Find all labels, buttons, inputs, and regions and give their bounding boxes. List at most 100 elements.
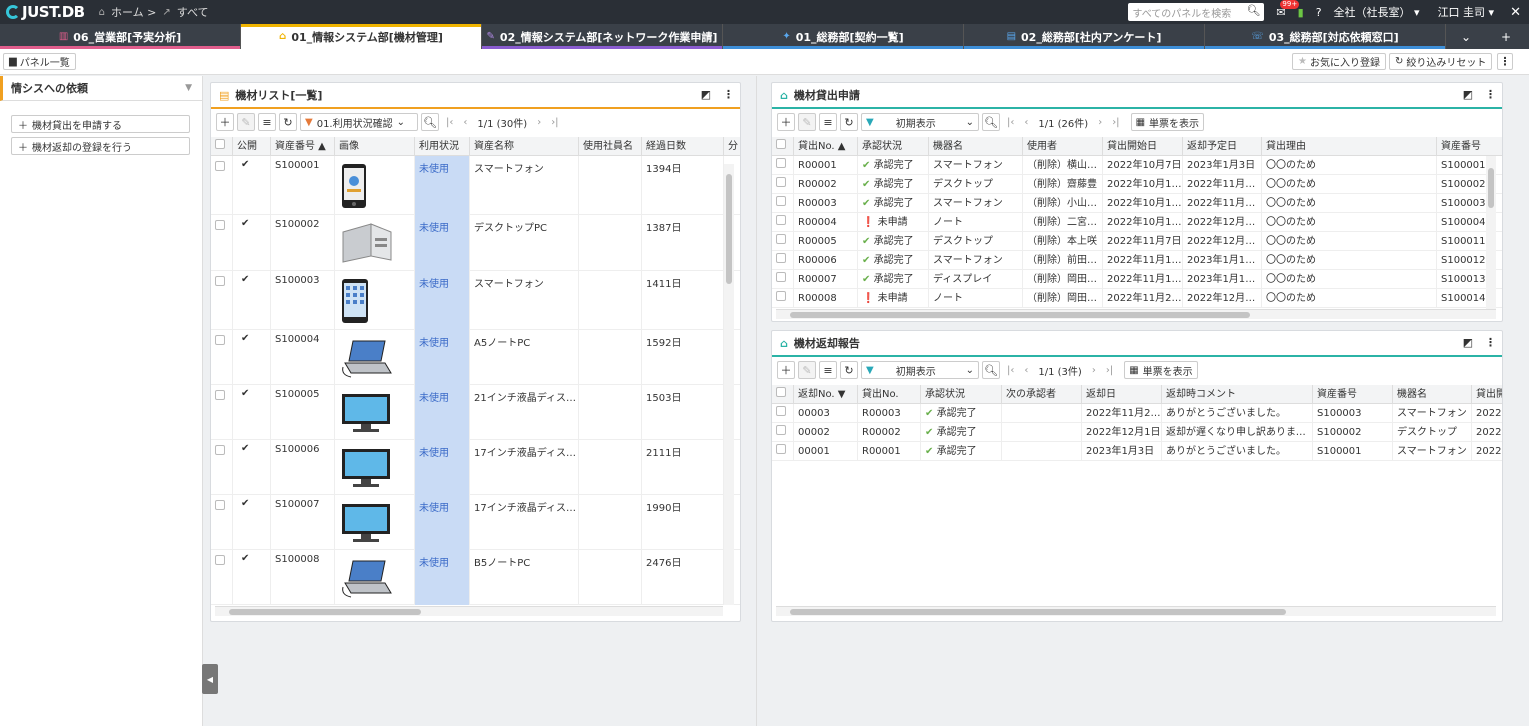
equipment-image[interactable] [335, 271, 415, 330]
expand-icon[interactable]: ◩ [1463, 336, 1473, 349]
tab-support-desk[interactable]: ☏ 03_総務部[対応依頼窓口] [1205, 24, 1446, 49]
filter-select[interactable]: ▼ 01.利用状況確認 ⌄ [300, 113, 418, 131]
edit-icon[interactable]: ✎ [798, 113, 816, 131]
col-public[interactable]: 公開 [233, 137, 271, 156]
col-comment[interactable]: 返却時コメント [1162, 385, 1313, 404]
row-checkbox[interactable] [215, 161, 225, 171]
panel-list-button[interactable]: ▆ パネル一覧 [3, 53, 76, 70]
last-page-icon[interactable]: ›| [1106, 365, 1113, 376]
horizontal-scrollbar[interactable] [215, 606, 723, 616]
table-row[interactable]: ✔ S100008 未使用 B5ノートPC 2476日 [211, 550, 740, 605]
row-checkbox[interactable] [215, 390, 225, 400]
search-icon[interactable]: 🔍︎ [421, 113, 439, 131]
favorite-button[interactable]: ★ お気に入り登録 [1292, 53, 1386, 70]
horizontal-scrollbar[interactable] [776, 309, 1496, 319]
first-page-icon[interactable]: |‹ [1007, 117, 1014, 128]
next-page-icon[interactable]: › [1092, 365, 1096, 376]
col-loan-no[interactable]: 貸出No. ▲ [794, 137, 858, 156]
search-icon[interactable]: 🔍︎ [1246, 4, 1260, 17]
equipment-image[interactable] [335, 440, 415, 495]
row-checkbox[interactable] [215, 445, 225, 455]
table-row[interactable]: 00001 R00001 ✔ 承認完了 2023年1月3日 ありがとうございました。 S1… [772, 442, 1502, 461]
table-row[interactable]: ✔ S100007 未使用 17インチ液晶ディス… 1990日 [211, 495, 740, 550]
refresh-icon[interactable]: ↻ [840, 113, 858, 131]
search-icon[interactable]: 🔍︎ [982, 113, 1000, 131]
table-row[interactable]: 00003 R00003 ✔ 承認完了 2022年11月2… ありがとうございました。 S… [772, 404, 1502, 423]
row-checkbox[interactable] [776, 215, 786, 225]
user-menu[interactable]: 江口 圭司 ▾ [1438, 4, 1495, 20]
search-icon[interactable]: 🔍︎ [982, 361, 1000, 379]
horizontal-scrollbar[interactable] [776, 606, 1496, 616]
col-usage[interactable]: 利用状況 [415, 137, 470, 156]
single-view-button[interactable]: ▦ 単票を表示 [1124, 361, 1198, 379]
add-icon[interactable]: ＋ [777, 361, 795, 379]
filter-select[interactable]: ▼ 初期表示 ⌄ [861, 361, 979, 379]
last-page-icon[interactable]: ›| [551, 117, 558, 128]
row-checkbox[interactable] [776, 196, 786, 206]
panel-search-input[interactable]: すべてのパネルを検索 🔍︎ [1128, 3, 1265, 21]
add-icon[interactable]: ＋ [216, 113, 234, 131]
col-approval[interactable]: 承認状況 [921, 385, 1002, 404]
bookmark-icon[interactable]: ▮ [1298, 6, 1304, 19]
tab-network-request[interactable]: ✎ 02_情報システム部[ネットワーク作業申請] [482, 24, 723, 49]
next-page-icon[interactable]: › [1098, 117, 1102, 128]
equipment-image[interactable] [335, 215, 415, 271]
tools-icon[interactable]: ✕ [1510, 5, 1521, 20]
row-checkbox[interactable] [776, 291, 786, 301]
tab-dropdown-icon[interactable]: ⌄ [1446, 24, 1486, 49]
col-device[interactable]: 機器名 [1393, 385, 1472, 404]
row-checkbox[interactable] [215, 276, 225, 286]
row-checkbox[interactable] [776, 425, 786, 435]
vertical-scrollbar[interactable] [724, 164, 734, 605]
row-checkbox[interactable] [776, 406, 786, 416]
sidebar-title[interactable]: 情シスへの依頼 ▼ [0, 76, 202, 101]
first-page-icon[interactable]: |‹ [446, 117, 453, 128]
tab-contract-list[interactable]: ✦ 01_総務部[契約一覧] [723, 24, 964, 49]
table-row[interactable]: ✔ S100001 未使用 スマートフォン 1394日 [211, 156, 740, 215]
chevron-down-icon[interactable]: ▼ [185, 83, 192, 93]
col-start[interactable]: 貸出開 [1472, 385, 1502, 404]
tab-survey[interactable]: ▤ 02_総務部[社内アンケート] [964, 24, 1205, 49]
add-icon[interactable]: ＋ [777, 113, 795, 131]
refresh-icon[interactable]: ↻ [279, 113, 297, 131]
table-row[interactable]: ✔ S100003 未使用 スマートフォン 1411日 [211, 271, 740, 330]
col-asset[interactable]: 資産番号 [1313, 385, 1393, 404]
prev-page-icon[interactable]: ‹ [1024, 365, 1028, 376]
vertical-scrollbar[interactable] [1486, 156, 1496, 309]
col-user[interactable]: 使用者 [1023, 137, 1103, 156]
col-asset[interactable]: 資産番号 [1437, 137, 1502, 156]
col-asset-no[interactable]: 資産番号 ▲ [271, 137, 335, 156]
refresh-icon[interactable]: ↻ [840, 361, 858, 379]
edit-icon[interactable]: ✎ [237, 113, 255, 131]
col-return-no[interactable]: 返却No. ▼ [794, 385, 858, 404]
prev-page-icon[interactable]: ‹ [1024, 117, 1028, 128]
row-checkbox[interactable] [776, 177, 786, 187]
menu-icon[interactable]: ≡ [819, 361, 837, 379]
col-days[interactable]: 経過日数 [642, 137, 724, 156]
filter-reset-button[interactable]: ↻ 絞り込みリセット [1389, 53, 1493, 70]
equipment-image[interactable] [335, 156, 415, 215]
table-row[interactable]: ✔ S100006 未使用 17インチ液晶ディス… 2111日 [211, 440, 740, 495]
col-device[interactable]: 機器名 [929, 137, 1023, 156]
table-row[interactable]: ✔ S100004 未使用 A5ノートPC 1592日 [211, 330, 740, 385]
col-approval[interactable]: 承認状況 [858, 137, 929, 156]
more-icon[interactable]: ⋮ [1485, 336, 1496, 349]
menu-icon[interactable]: ≡ [258, 113, 276, 131]
row-checkbox[interactable] [776, 234, 786, 244]
next-page-icon[interactable]: › [537, 117, 541, 128]
first-page-icon[interactable]: |‹ [1007, 365, 1014, 376]
row-checkbox[interactable] [776, 272, 786, 282]
col-loan-no[interactable]: 貸出No. [858, 385, 921, 404]
panel-divider[interactable] [756, 76, 757, 726]
menu-icon[interactable]: ≡ [819, 113, 837, 131]
row-checkbox[interactable] [215, 500, 225, 510]
col-next-approver[interactable]: 次の承認者 [1002, 385, 1082, 404]
expand-icon[interactable]: ◩ [701, 88, 711, 101]
app-logo[interactable]: JUST.DB [6, 3, 85, 21]
table-row[interactable]: R00004 ❗ 未申請 ノート （削除）二宮… 2022年10月1… 2022年12月2… [772, 213, 1502, 232]
row-checkbox[interactable] [215, 220, 225, 230]
help-icon[interactable]: ? [1316, 6, 1322, 19]
request-loan-button[interactable]: ＋機材貸出を申請する [11, 115, 190, 133]
notification-icon[interactable]: ✉ 99+ [1276, 0, 1300, 19]
row-checkbox[interactable] [776, 444, 786, 454]
